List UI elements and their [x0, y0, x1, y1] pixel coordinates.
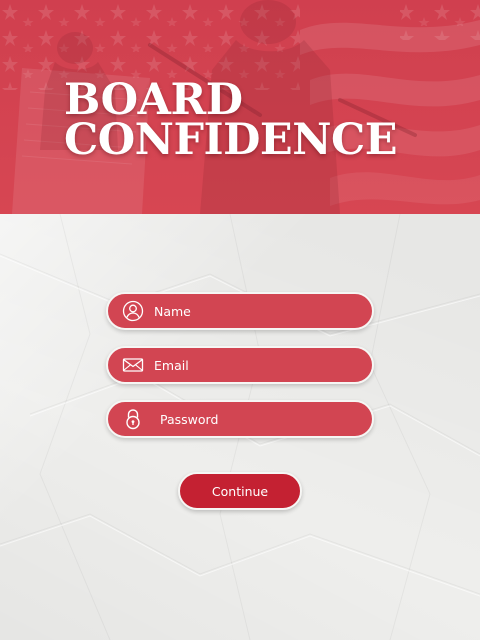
- password-input[interactable]: [160, 402, 360, 436]
- padlock-icon: [122, 408, 144, 430]
- email-field[interactable]: [106, 346, 374, 384]
- title-line-2: CONFIDENCE: [64, 115, 398, 165]
- name-input[interactable]: [154, 294, 354, 328]
- name-field[interactable]: [106, 292, 374, 330]
- continue-button[interactable]: Continue: [178, 472, 302, 510]
- user-circle-icon: [122, 300, 144, 322]
- hero-banner: BOARD CONFIDENCE: [0, 0, 480, 214]
- envelope-icon: [122, 354, 144, 376]
- page-title: BOARD CONFIDENCE: [64, 75, 398, 165]
- email-input[interactable]: [154, 348, 354, 382]
- password-field[interactable]: [106, 400, 374, 438]
- title-line-1: BOARD: [64, 75, 243, 125]
